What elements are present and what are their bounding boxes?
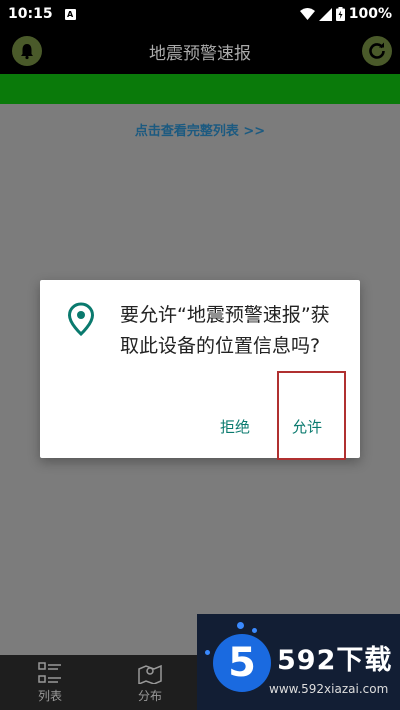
highlight-annotation [277,371,346,460]
watermark-brand: 592下载 [277,645,393,676]
watermark-dot [237,622,244,629]
watermark: 5 592下载 www.592xiazai.com [197,614,400,710]
battery-percent: 100% [348,6,392,22]
wifi-icon [299,8,315,20]
refresh-icon [369,42,385,59]
page-title: 地震预警速报 [149,43,251,64]
signal-icon [318,7,332,21]
map-icon [138,664,162,684]
watermark-logo: 5 [213,634,271,692]
status-banner [0,74,400,104]
battery-icon [335,7,345,21]
status-time: 10:15 [8,6,53,22]
nav-label-list: 列表 [37,688,62,703]
watermark-url: www.592xiazai.com [269,682,389,696]
app-header: 地震预警速报 [0,28,400,74]
view-full-list-link[interactable]: 点击查看完整列表 >> [0,120,400,139]
dialog-message: 要允许“地震预警速报”获取此设备的位置信息吗? [120,304,330,357]
status-indicators: 100% [299,6,392,22]
location-pin-icon [67,302,95,336]
list-icon [38,661,61,683]
bell-button[interactable] [12,36,42,66]
watermark-dot [252,628,257,633]
nav-item-map[interactable]: 分布 [100,655,200,710]
nav-item-list[interactable]: 列表 [0,655,100,710]
notification-icon: A [64,8,76,20]
watermark-dot [205,650,210,655]
refresh-button[interactable] [362,36,392,66]
status-bar: 10:15 A 100% [0,0,400,28]
nav-label-map: 分布 [137,688,162,703]
deny-button[interactable]: 拒绝 [220,416,250,437]
bell-icon [21,44,33,60]
